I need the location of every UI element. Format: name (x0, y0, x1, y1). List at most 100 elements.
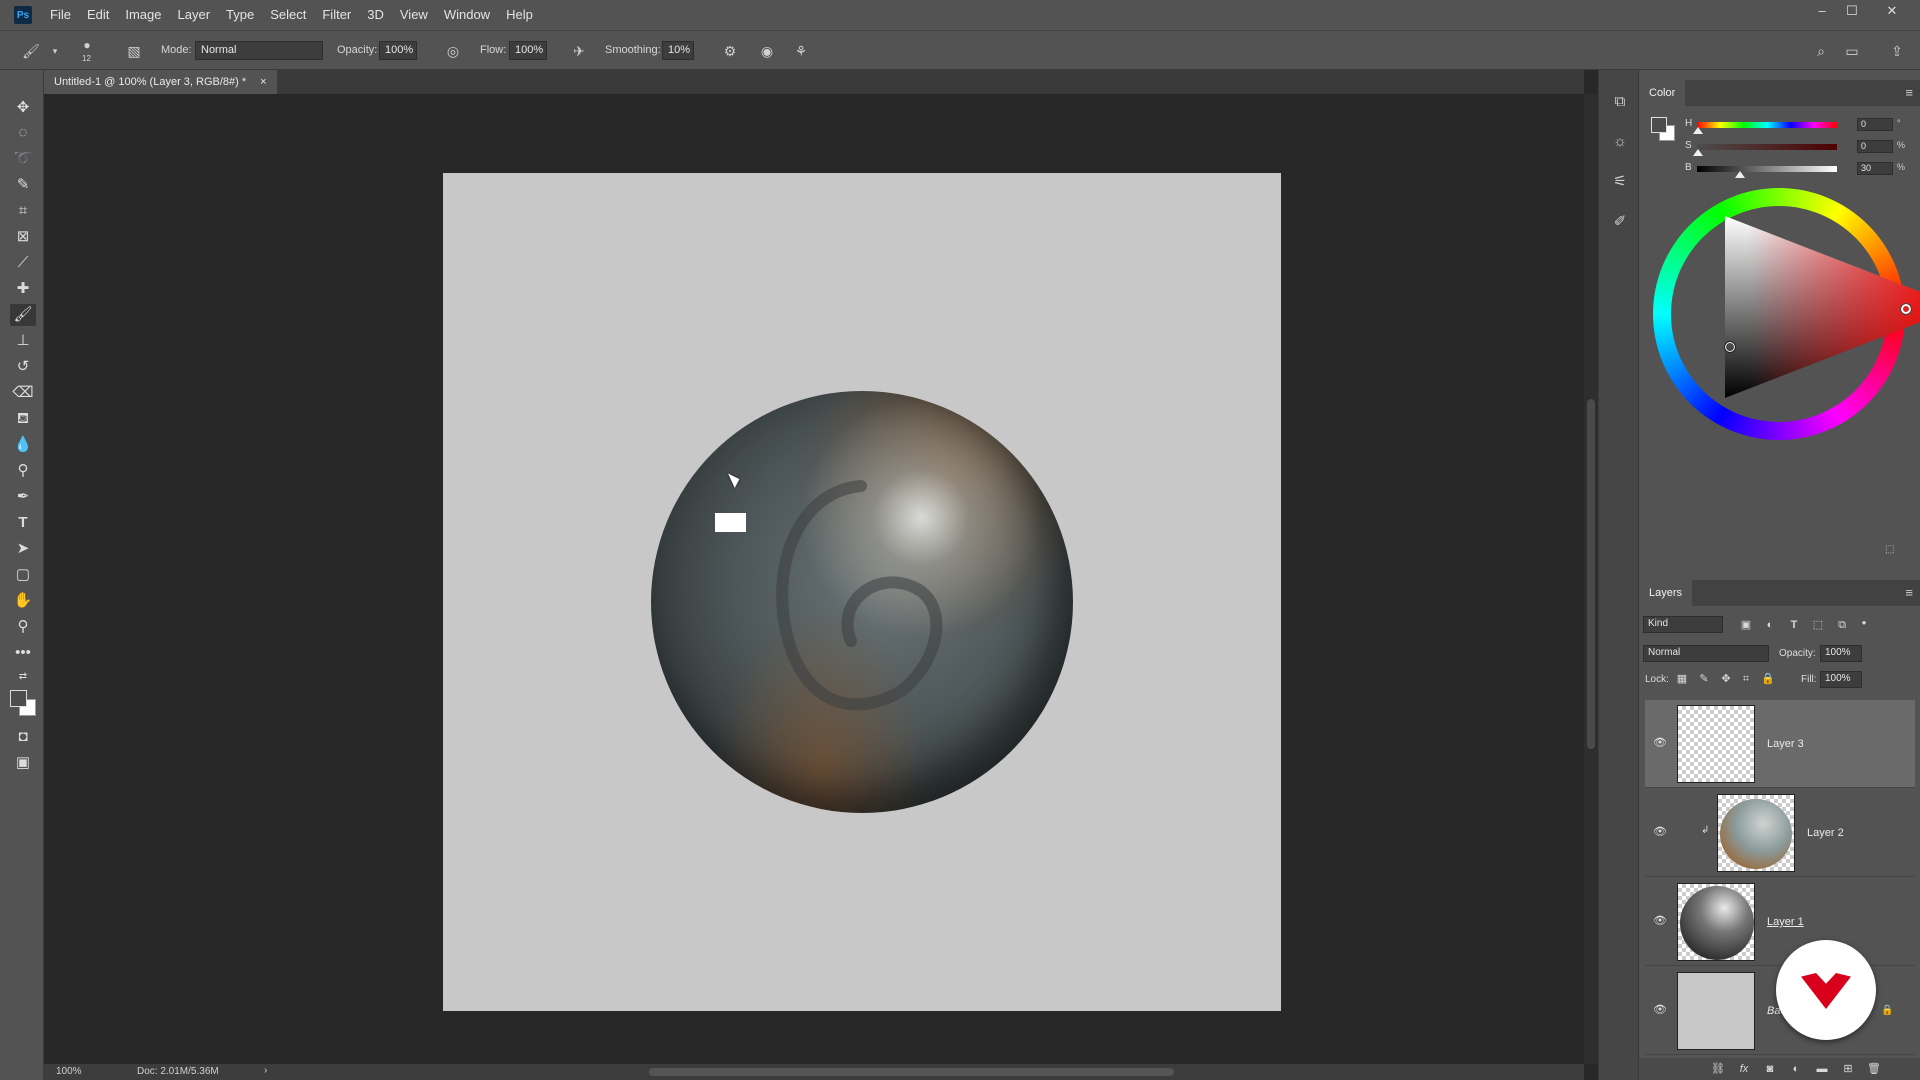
close-window-button[interactable]: ✕ (1878, 0, 1906, 22)
saturation-slider-thumb[interactable] (1693, 149, 1703, 156)
properties-icon[interactable]: ⚟ (1610, 172, 1630, 192)
hand-tool-icon[interactable]: ✋ (10, 590, 36, 612)
menu-3d[interactable]: 3D (359, 0, 392, 30)
layer-name[interactable]: Layer 1 (1767, 916, 1804, 928)
menu-select[interactable]: Select (262, 0, 314, 30)
layer-thumbnail[interactable] (1717, 794, 1795, 872)
menu-type[interactable]: Type (218, 0, 262, 30)
menu-file[interactable]: File (42, 0, 79, 30)
clone-stamp-tool-icon[interactable]: ⊥ (10, 330, 36, 352)
lock-transparent-icon[interactable]: ▦ (1675, 672, 1689, 686)
filter-shape-icon[interactable]: ⬚ (1811, 618, 1825, 632)
marquee-tool-icon[interactable]: ◌ (10, 122, 36, 144)
brightness-slider-thumb[interactable] (1735, 171, 1745, 178)
filter-pixel-icon[interactable]: ▣ (1739, 618, 1753, 632)
lock-artboard-icon[interactable]: ⌗ (1739, 672, 1753, 686)
filter-adjustment-icon[interactable]: ◐ (1763, 618, 1777, 632)
panel-menu-icon[interactable]: ≡ (1905, 85, 1913, 100)
zoom-level[interactable]: 100% (56, 1066, 82, 1077)
vertical-scroll-thumb[interactable] (1587, 399, 1595, 749)
eraser-tool-icon[interactable]: ⌫ (10, 382, 36, 404)
color-picker-marker[interactable] (1724, 341, 1736, 353)
blur-tool-icon[interactable]: 💧 (10, 434, 36, 456)
new-group-icon[interactable]: ▬ (1815, 1062, 1829, 1076)
filter-toggle-icon[interactable]: ● (1857, 616, 1871, 630)
pressure-opacity-icon[interactable]: ◎ (444, 42, 462, 60)
document-tab[interactable]: Untitled-1 @ 100% (Layer 3, RGB/8#) * × (44, 70, 277, 94)
swap-colors-icon[interactable]: ⇄ (10, 666, 36, 688)
layers-menu-icon[interactable]: ≡ (1905, 585, 1913, 600)
layer-style-icon[interactable]: fx (1737, 1062, 1751, 1076)
hue-ring-marker[interactable] (1900, 303, 1912, 315)
move-tool-icon[interactable]: ✥ (10, 97, 36, 119)
hue-value-field[interactable]: 0 (1857, 118, 1893, 131)
lock-all-icon[interactable]: 🔒 (1761, 672, 1775, 686)
layer-row-layer-3[interactable]: 👁 Layer 3 (1645, 700, 1915, 788)
filter-type-icon[interactable]: T (1787, 618, 1801, 632)
path-selection-tool-icon[interactable]: ➤ (10, 538, 36, 560)
history-brush-tool-icon[interactable]: ↺ (10, 356, 36, 378)
flow-field[interactable]: 100% (509, 41, 547, 60)
hue-slider[interactable] (1697, 122, 1837, 128)
pressure-size-icon[interactable]: ◉ (758, 42, 776, 60)
quick-select-tool-icon[interactable]: ✎ (10, 174, 36, 196)
visibility-eye-icon[interactable]: 👁 (1653, 736, 1667, 750)
libraries-icon[interactable]: ⧉ (1610, 92, 1630, 112)
menu-layer[interactable]: Layer (170, 0, 219, 30)
screen-mode-icon[interactable]: ▣ (10, 752, 36, 774)
brush-tool-icon[interactable]: 🖌 (10, 304, 36, 326)
layer-opacity-field[interactable]: 100% (1820, 645, 1862, 662)
menu-image[interactable]: Image (117, 0, 169, 30)
brush-settings-icon[interactable]: ▧ (125, 42, 143, 60)
add-mask-icon[interactable]: ◙ (1763, 1062, 1777, 1076)
vertical-scrollbar[interactable] (1584, 94, 1598, 1064)
blend-mode-select[interactable]: Normal (1643, 645, 1769, 662)
menu-help[interactable]: Help (498, 0, 541, 30)
lasso-tool-icon[interactable]: ➰ (10, 148, 36, 170)
chevron-down-icon[interactable]: ▾ (46, 42, 64, 60)
menu-filter[interactable]: Filter (314, 0, 359, 30)
pen-tool-icon[interactable]: ✒ (10, 486, 36, 508)
layer-name[interactable]: Layer 3 (1767, 738, 1804, 750)
foreground-color-swatch[interactable] (10, 690, 27, 707)
lock-position-icon[interactable]: ✥ (1719, 672, 1733, 686)
brightness-value-field[interactable]: 30 (1857, 162, 1893, 175)
brushes-icon[interactable]: ✐ (1610, 212, 1630, 232)
workspace-icon[interactable]: ▭ (1843, 42, 1861, 60)
expand-panel-icon[interactable]: ⬚ (1885, 544, 1894, 555)
menu-edit[interactable]: Edit (79, 0, 117, 30)
layer-thumbnail[interactable] (1677, 705, 1755, 783)
fill-field[interactable]: 100% (1820, 671, 1862, 688)
paint-bucket-tool-icon[interactable]: ⛾ (10, 408, 36, 430)
lock-image-icon[interactable]: ✎ (1697, 672, 1711, 686)
smoothing-field[interactable]: 10% (662, 41, 694, 60)
mode-select[interactable]: Normal (195, 41, 323, 60)
symmetry-icon[interactable]: ⚘ (792, 42, 810, 60)
gear-icon[interactable]: ⚙ (721, 42, 739, 60)
quick-mask-icon[interactable]: ◘ (10, 726, 36, 748)
saturation-slider[interactable] (1697, 144, 1837, 150)
link-layers-icon[interactable]: ⛓ (1711, 1062, 1725, 1076)
layer-row-layer-1[interactable]: 👁 Layer 1 (1645, 878, 1915, 966)
minimize-button[interactable]: – (1808, 0, 1836, 22)
adjustment-layer-icon[interactable]: ◐ (1789, 1062, 1803, 1076)
brightness-slider[interactable] (1697, 166, 1837, 172)
chevron-right-icon[interactable]: › (264, 1065, 267, 1076)
hue-slider-thumb[interactable] (1693, 127, 1703, 134)
frame-tool-icon[interactable]: ⊠ (10, 226, 36, 248)
visibility-eye-icon[interactable]: 👁 (1653, 914, 1667, 928)
airbrush-icon[interactable]: ✈ (570, 42, 588, 60)
visibility-eye-icon[interactable]: 👁 (1653, 1003, 1667, 1017)
maximize-button[interactable]: ☐ (1838, 0, 1866, 22)
more-tools-icon[interactable]: ••• (10, 642, 36, 664)
delete-layer-icon[interactable]: 🗑 (1867, 1062, 1881, 1076)
layer-name[interactable]: Layer 2 (1807, 827, 1844, 839)
tab-color[interactable]: Color (1639, 80, 1686, 106)
crop-tool-icon[interactable]: ⌗ (10, 200, 36, 222)
type-tool-icon[interactable]: T (10, 512, 36, 534)
shape-tool-icon[interactable]: ▢ (10, 564, 36, 586)
layer-row-layer-2[interactable]: 👁 ↲ Layer 2 (1645, 789, 1915, 877)
brush-preset-icon[interactable]: 🖌 (22, 42, 40, 60)
new-layer-icon[interactable]: ⊞ (1841, 1062, 1855, 1076)
tab-layers[interactable]: Layers (1639, 580, 1693, 606)
